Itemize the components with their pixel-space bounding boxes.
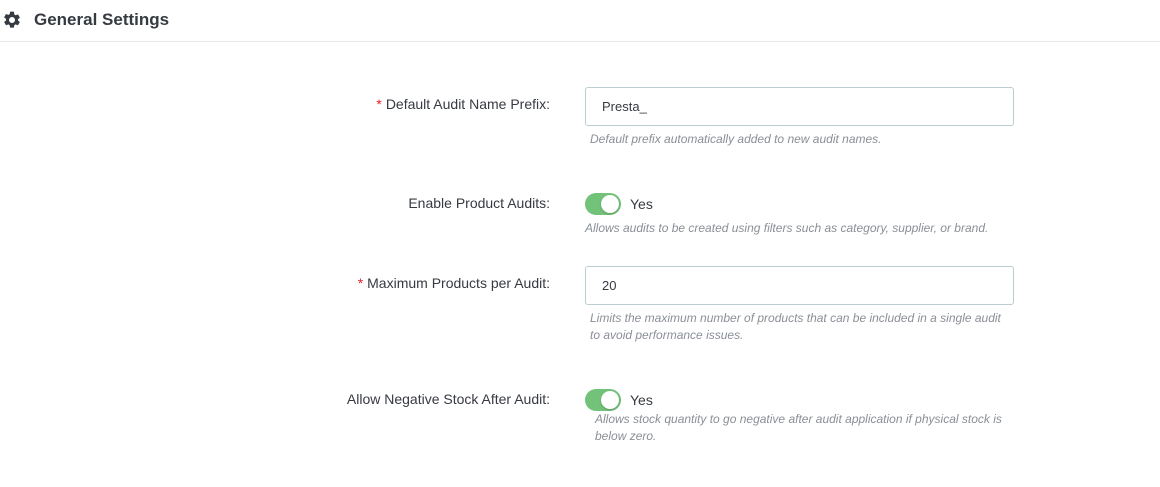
- max-products-input[interactable]: [585, 266, 1014, 305]
- page-title: General Settings: [34, 10, 170, 29]
- max-products-label: * Maximum Products per Audit:: [358, 274, 550, 292]
- enable-product-audits-toggle[interactable]: [585, 193, 621, 215]
- enable-product-audits-help-text: Allows audits to be created using filter…: [585, 221, 989, 235]
- gear-icon: [4, 11, 20, 28]
- panel-heading: General Settings: [0, 0, 1160, 42]
- enable-product-audits-state: Yes: [630, 196, 653, 212]
- enable-product-audits-label: Enable Product Audits:: [408, 195, 550, 211]
- allow-negative-stock-help-line-1: Allows stock quantity to go negative aft…: [595, 412, 1002, 426]
- toggle-knob: [601, 195, 619, 213]
- prefix-label-text: Default Audit Name Prefix:: [385, 96, 550, 112]
- max-products-help-line-1: Limits the maximum number of products th…: [590, 311, 1001, 325]
- allow-negative-stock-state: Yes: [630, 392, 653, 408]
- allow-negative-stock-help-line-2: below zero.: [595, 429, 657, 443]
- general-settings-panel: General Settings * Default Audit Name Pre…: [0, 0, 1160, 487]
- allow-negative-stock-toggle[interactable]: [585, 389, 621, 411]
- max-products-label-text: Maximum Products per Audit:: [367, 275, 550, 291]
- allow-negative-stock-label: Allow Negative Stock After Audit:: [346, 391, 550, 407]
- max-products-help-line-2: to avoid performance issues.: [590, 328, 744, 342]
- required-marker: *: [376, 96, 382, 112]
- toggle-knob: [601, 391, 619, 409]
- prefix-label: * Default Audit Name Prefix:: [376, 95, 550, 113]
- prefix-help-text: Default prefix automatically added to ne…: [590, 132, 882, 146]
- required-marker: *: [357, 275, 364, 291]
- prefix-input[interactable]: [585, 87, 1014, 126]
